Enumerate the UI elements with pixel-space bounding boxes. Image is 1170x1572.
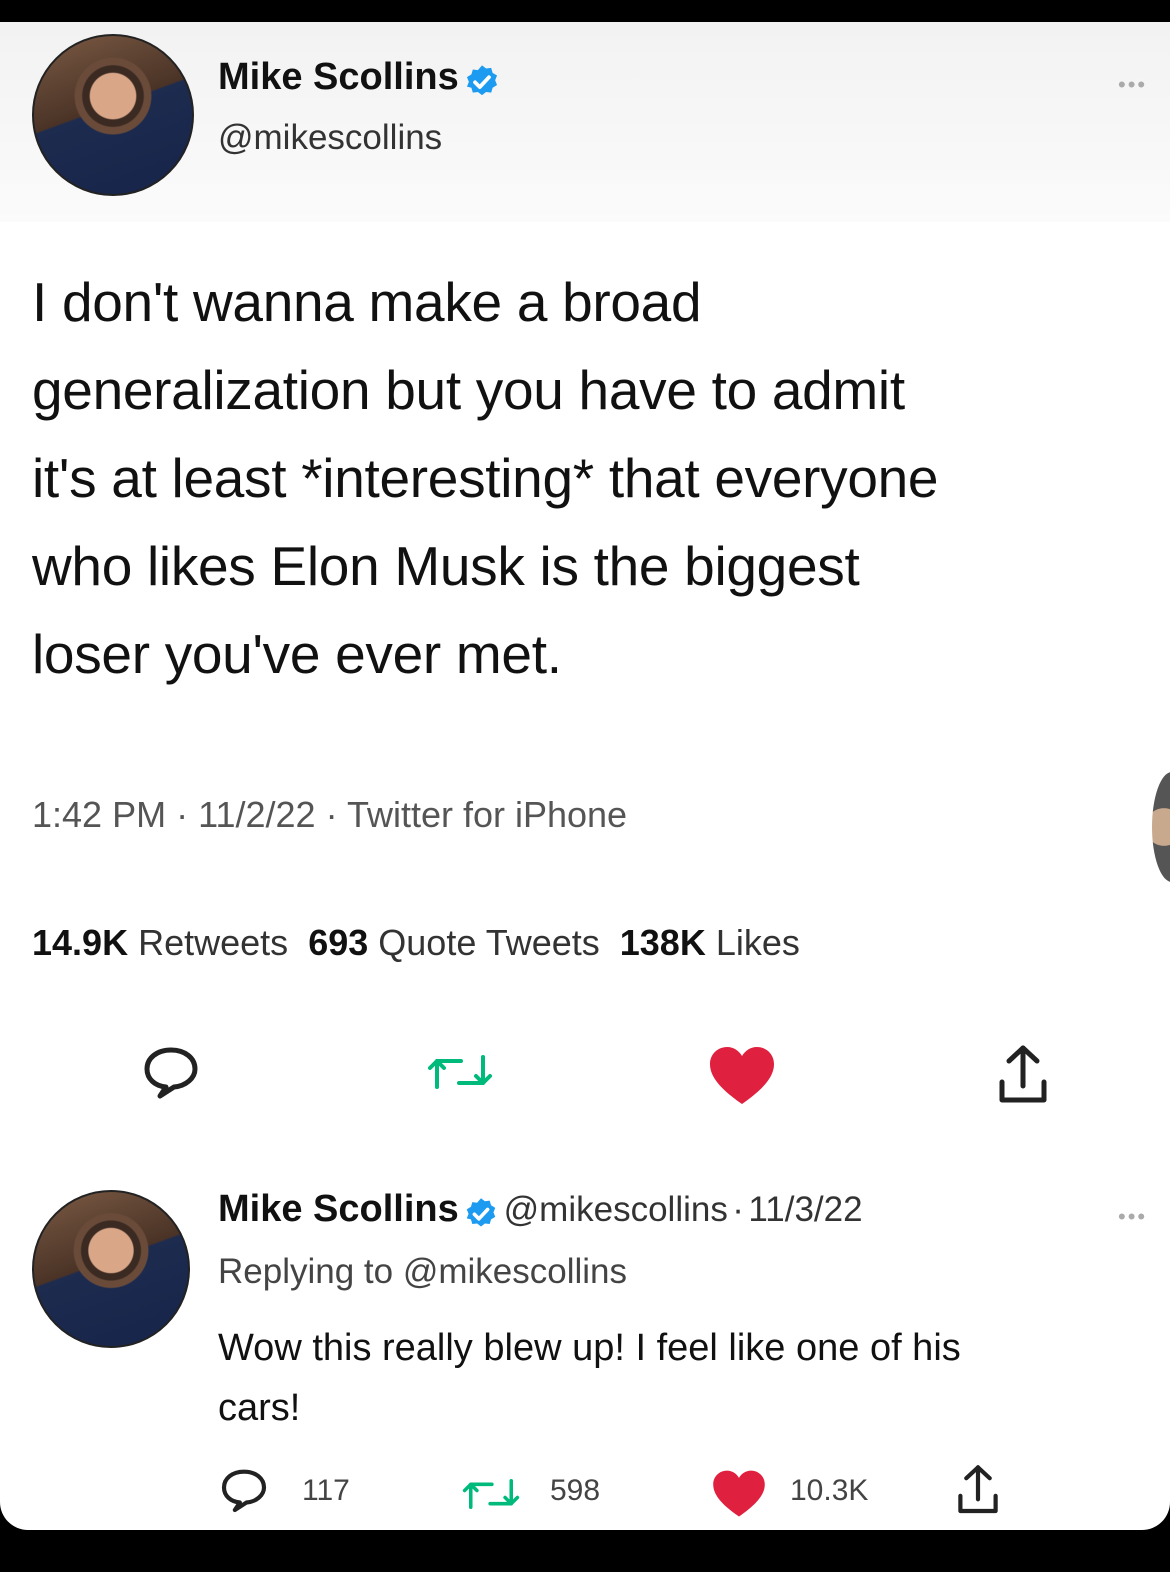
tweet-time[interactable]: 1:42 PM: [32, 794, 166, 835]
reply-retweet-icon[interactable]: [460, 1472, 522, 1516]
author-name[interactable]: Mike Scollins: [218, 56, 459, 98]
tweet-text-line: I don't wanna make a broad: [32, 271, 702, 333]
reply-author-name[interactable]: Mike Scollins: [218, 1188, 459, 1230]
reply-like-count: 10.3K: [790, 1474, 869, 1507]
replying-to[interactable]: Replying to @mikescollins: [218, 1252, 627, 1292]
more-options-icon[interactable]: •••: [1118, 72, 1147, 98]
separator: ·: [732, 1190, 744, 1229]
reply-retweet-count: 598: [550, 1474, 601, 1507]
tweet-text-line: generalization but you have to admit: [32, 359, 905, 421]
tweet-card: Mike Scollins @mikescollins ••• I don't …: [0, 22, 1170, 1530]
likes-stat[interactable]: 138K Likes: [620, 922, 800, 963]
tweet-text-line: who likes Elon Musk is the biggest: [32, 535, 860, 597]
like-icon[interactable]: [706, 1044, 778, 1108]
edge-partial-avatar: [1152, 772, 1170, 882]
quotes-stat[interactable]: 693 Quote Tweets: [308, 922, 600, 963]
likes-count: 138K: [619, 922, 706, 963]
retweets-stat[interactable]: 14.9K Retweets: [32, 922, 288, 963]
verified-badge-icon: [463, 63, 501, 106]
retweets-count: 14.9K: [32, 922, 129, 963]
tweet-date[interactable]: 11/2/22: [198, 794, 315, 835]
reply-author-handle[interactable]: @mikescollins: [504, 1190, 728, 1229]
reply-reply-count: 117: [302, 1474, 350, 1507]
reply-share-icon[interactable]: [952, 1462, 1004, 1518]
author-name-row: Mike Scollins: [218, 56, 501, 106]
tweet-text: I don't wanna make a broad generalizatio…: [32, 258, 1162, 698]
tweet-stats: 14.9K Retweets 693 Quote Tweets 138K Lik…: [32, 922, 800, 964]
quotes-count: 693: [308, 922, 369, 963]
tweet-text-line: loser you've ever met.: [32, 623, 562, 685]
reply-text-line: Wow this really blew up! I feel like one…: [218, 1327, 961, 1369]
reply-date[interactable]: 11/3/22: [748, 1190, 862, 1229]
tweet-meta: 1:42 PM · 11/2/22 · Twitter for iPhone: [32, 794, 627, 836]
verified-badge-icon: [463, 1196, 499, 1237]
quotes-label: Quote Tweets: [378, 922, 600, 963]
reply-reply-icon[interactable]: [218, 1465, 270, 1515]
retweet-icon[interactable]: [425, 1047, 495, 1097]
tweet-source[interactable]: Twitter for iPhone: [347, 794, 627, 835]
author-avatar[interactable]: [32, 34, 194, 196]
reply-text-line: cars!: [218, 1387, 301, 1429]
tweet-text-line: it's at least *interesting* that everyon…: [32, 447, 939, 509]
reply-more-options-icon[interactable]: •••: [1118, 1204, 1147, 1230]
likes-label: Likes: [715, 922, 800, 963]
separator: ·: [325, 794, 338, 835]
reply-like-icon[interactable]: [710, 1468, 768, 1520]
separator: ·: [176, 794, 189, 835]
author-handle[interactable]: @mikescollins: [218, 118, 442, 158]
reply-text: Wow this really blew up! I feel like one…: [218, 1318, 961, 1438]
share-icon[interactable]: [992, 1042, 1054, 1108]
retweets-label: Retweets: [138, 922, 289, 963]
reply-header: Mike Scollins @mikescollins · 11/3/22: [218, 1188, 863, 1237]
reply-author-avatar[interactable]: [32, 1190, 190, 1348]
reply-icon[interactable]: [140, 1042, 202, 1102]
